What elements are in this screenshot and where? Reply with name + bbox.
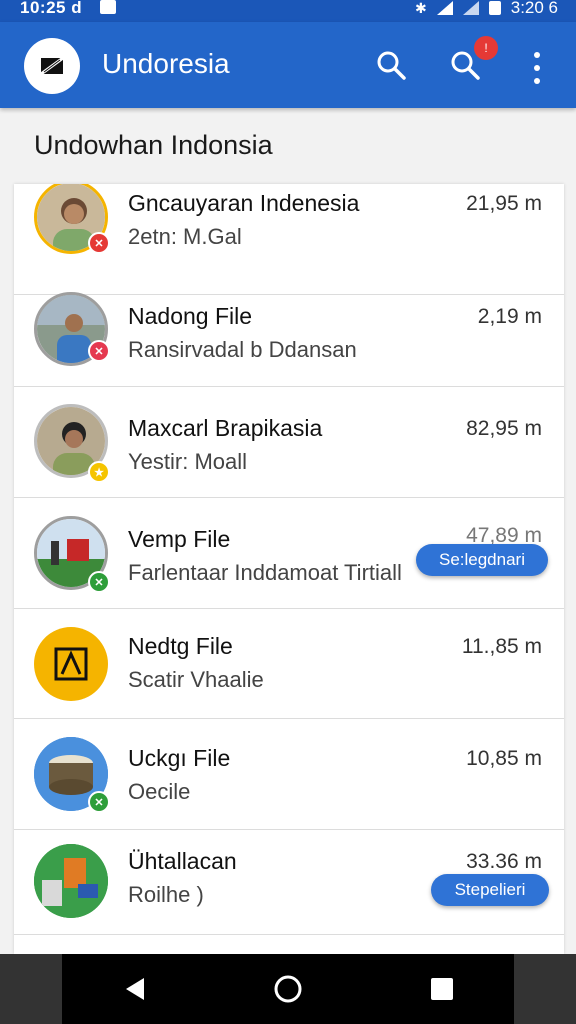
file-size: 2,19 m — [477, 305, 542, 328]
file-size: 10,85 m — [466, 747, 542, 770]
file-title: Vemp File — [128, 526, 231, 552]
nav-edge-left — [0, 954, 62, 1024]
file-size: 11.,85 m — [461, 635, 542, 658]
list-item[interactable]: Ühtallacan Roilhe ) 33.36 m Stepelieri — [14, 830, 564, 935]
file-subtitle: 2etn: M.Gal — [128, 224, 242, 249]
star-icon: ★ — [88, 461, 110, 483]
search-icon[interactable] — [374, 48, 408, 82]
status-time: 10:25 d — [20, 0, 83, 17]
file-subtitle: Oecile — [128, 779, 191, 804]
tool-icon: ✕ — [88, 340, 110, 362]
file-title: Maxcarl Brapikasia — [128, 415, 323, 441]
yellow-app-icon — [34, 627, 108, 701]
file-subtitle: Yestir: Moall — [128, 449, 248, 474]
file-title: Uckgı File — [128, 745, 231, 771]
back-icon[interactable] — [120, 974, 150, 1004]
section-title: Undowhan Indonsia — [34, 130, 273, 160]
list-item[interactable]: ✕ Uckgı File Oecile 10,85 m — [14, 719, 564, 830]
nav-edge-right — [514, 954, 576, 1024]
file-size: 33.36 m — [466, 850, 542, 873]
signal-icon — [462, 1, 479, 15]
app-bar: Undoresia ! — [0, 22, 576, 108]
status-icons: ✱ 3:20 6 — [415, 0, 558, 18]
more-vert-icon[interactable] — [526, 50, 548, 86]
bluetooth-icon: ✱ — [415, 0, 427, 16]
wifi-icon — [436, 1, 453, 15]
action-button[interactable]: Stepelieri — [431, 874, 549, 906]
tool-icon: ✕ — [88, 232, 110, 254]
file-list: ✕ Gncauyaran Indenesia 2etn: M.Gal 21,95… — [14, 184, 564, 954]
file-title: Gncauyaran Indenesia — [128, 190, 360, 216]
file-size: 82,95 m — [466, 417, 542, 440]
notification-icon — [100, 0, 116, 14]
file-title: Ühtallacan — [128, 848, 237, 874]
file-subtitle: Ransirvadal b Ddansan — [128, 337, 357, 362]
list-item[interactable]: ✕ Vemp File Farlentaar Inddamoat Tirtial… — [14, 498, 564, 609]
navigation-bar — [0, 954, 576, 1024]
file-subtitle: Farlentaar Inddamoat Tirtiall — [128, 560, 402, 585]
battery-icon — [488, 1, 501, 15]
list-item[interactable]: Nedtg File Scatir Vhaalie 11.,85 m — [14, 609, 564, 719]
file-title: Nadong File — [128, 303, 253, 329]
recents-icon[interactable] — [427, 974, 457, 1004]
action-button[interactable]: Se:legdnari — [416, 544, 548, 576]
app-logo-icon[interactable] — [24, 38, 80, 94]
home-icon[interactable] — [273, 974, 303, 1004]
tool-icon: ✕ — [88, 571, 110, 593]
list-item[interactable]: ★ Maxcarl Brapikasia Yestir: Moall 82,95… — [14, 387, 564, 498]
package-photo — [34, 844, 108, 918]
status-clock: 3:20 6 — [510, 0, 558, 17]
file-subtitle: Roilhe ) — [128, 882, 204, 907]
file-title: Nedtg File — [128, 633, 233, 659]
app-title: Undoresia — [102, 48, 230, 79]
list-item[interactable]: ✕ Nadong File Ransirvadal b Ddansan 2,19… — [14, 275, 564, 387]
notification-badge: ! — [474, 36, 498, 60]
file-size: 21,95 m — [466, 192, 542, 215]
tool-icon: ✕ — [88, 791, 110, 813]
status-bar: 10:25 d ✱ 3:20 6 — [0, 0, 576, 22]
file-subtitle: Scatir Vhaalie — [128, 667, 264, 692]
